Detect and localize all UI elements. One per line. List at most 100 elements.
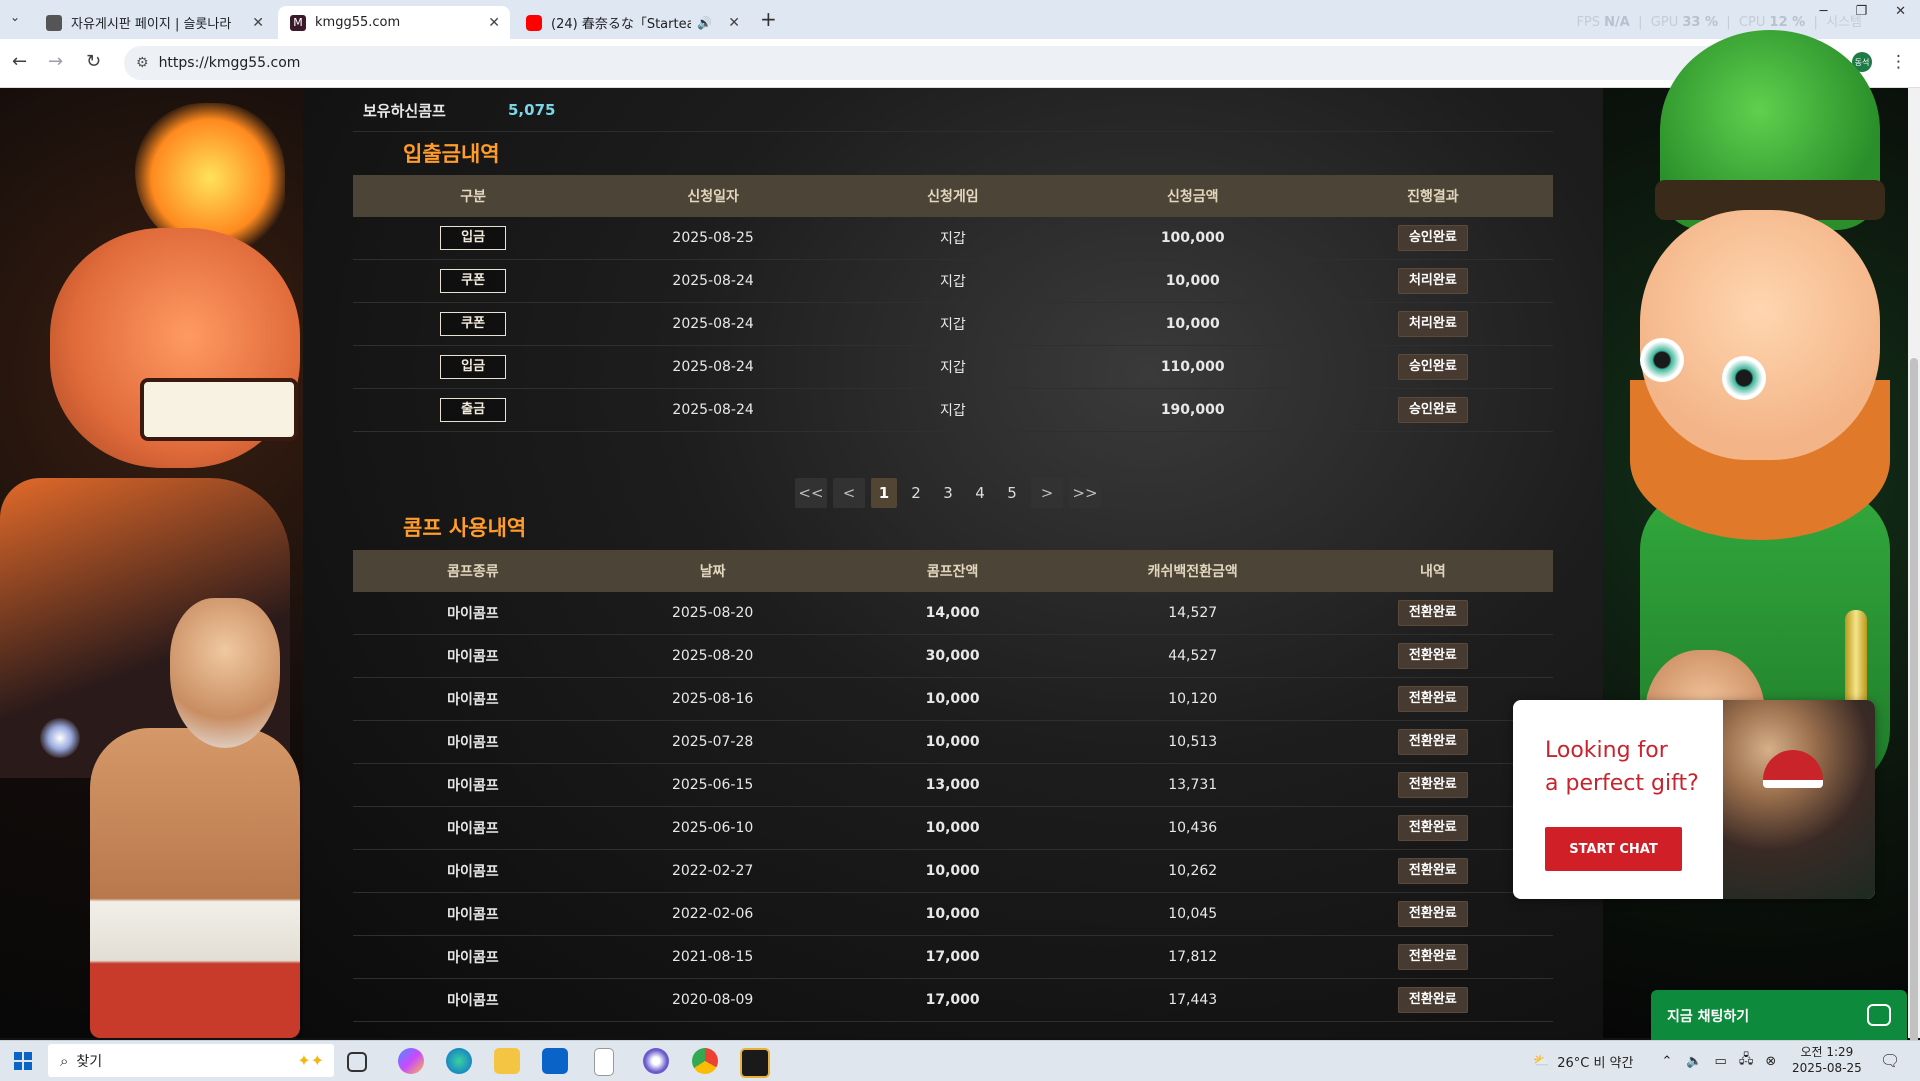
cashback-cell: 10,045 [1072, 892, 1313, 936]
close-icon[interactable]: ✕ [728, 15, 740, 31]
weather-icon: ⛅ [1533, 1053, 1550, 1069]
type-badge: 쿠폰 [440, 269, 507, 293]
date-cell: 2025-08-24 [593, 388, 834, 432]
comp-history-table: 콤프종류 날짜 콤프잔액 캐쉬백전환금액 내역 마이콤프 2025-08-20 … [353, 550, 1553, 1022]
game-cell: 지갑 [833, 217, 1073, 260]
page-scrollbar[interactable] [1908, 88, 1920, 1048]
live-chat-bar[interactable]: 지금 채팅하기 [1651, 990, 1907, 1044]
file-explorer-icon[interactable] [494, 1048, 520, 1074]
back-arrow-icon[interactable]: ← [12, 51, 27, 72]
page-number[interactable]: 1 [871, 478, 897, 508]
chevron-down-icon[interactable]: ⌄ [10, 10, 20, 24]
page-number[interactable]: 4 [967, 478, 993, 508]
status-cell: 전환완료 [1312, 892, 1553, 936]
status-badge: 전환완료 [1397, 944, 1468, 970]
taskbar-clock[interactable]: 오전 1:29 2025-08-25 [1792, 1044, 1862, 1076]
type-badge: 출금 [440, 398, 507, 422]
table-row: 마이콤프 2025-07-28 10,000 10,513 전환완료 [353, 720, 1553, 764]
first-page-button[interactable]: << [795, 478, 827, 508]
discord-icon[interactable] [643, 1048, 669, 1074]
search-icon: ⌕ [60, 1051, 69, 1070]
status-badge: 승인완료 [1397, 354, 1468, 380]
next-page-button[interactable]: > [1031, 478, 1063, 508]
date-cell: 2025-08-24 [593, 259, 834, 303]
edge-icon[interactable] [446, 1048, 472, 1074]
menu-dots-icon[interactable]: ⋮ [1890, 52, 1907, 72]
type-badge: 입금 [440, 226, 507, 250]
scrollbar-thumb[interactable] [1910, 358, 1918, 1048]
status-cell: 승인완료 [1312, 217, 1553, 260]
speaker-icon[interactable]: 🔊 [697, 16, 712, 30]
volume-icon[interactable]: 🔈 [1686, 1054, 1702, 1069]
status-cell: 전환완료 [1312, 935, 1553, 979]
table-row: 마이콤프 2025-08-16 10,000 10,120 전환완료 [353, 677, 1553, 721]
page-number[interactable]: 3 [935, 478, 961, 508]
comp-history-title: 콤프 사용내역 [403, 516, 527, 540]
taskbar-search-input[interactable]: ⌕ 찾기 ✦✦ [48, 1044, 334, 1077]
table-row: 쿠폰 2025-08-24 지갑 10,000 처리완료 [353, 302, 1553, 346]
last-page-button[interactable]: >> [1069, 478, 1101, 508]
windows-start-icon[interactable] [14, 1052, 32, 1070]
notepad-icon[interactable] [594, 1048, 614, 1076]
tab-kmgg55[interactable]: M kmgg55.com ✕ [278, 6, 510, 39]
chat-bubble-icon [1867, 1004, 1891, 1026]
date-cell: 2022-02-27 [592, 849, 833, 893]
task-view-icon[interactable] [347, 1052, 367, 1072]
prev-page-button[interactable]: < [833, 478, 865, 508]
column-header: 내역 [1312, 550, 1553, 592]
status-icon[interactable]: ⊗ [1765, 1054, 1776, 1069]
close-window-icon[interactable]: ✕ [1895, 4, 1906, 19]
reload-icon[interactable]: ↻ [86, 51, 101, 72]
address-bar[interactable]: ⚙ https://kmgg55.com [124, 46, 1724, 80]
status-badge: 승인완료 [1397, 397, 1468, 423]
network-icon[interactable]: 🖧 [1739, 1050, 1754, 1072]
tab-youtube[interactable]: (24) 春奈るな「Startear」Mu 🔊 ✕ [514, 6, 750, 39]
table-row: 마이콤프 2025-08-20 14,000 14,527 전환완료 [353, 592, 1553, 635]
zeus-head-illustration [170, 598, 280, 748]
weather-text[interactable]: 26°C 비 약간 [1557, 1052, 1633, 1071]
status-badge: 전환완료 [1397, 772, 1468, 798]
tab-slotnara[interactable]: 자유게시판 페이지 | 슬롯나라 ✕ [34, 6, 274, 39]
comp-kind-cell: 마이콤프 [353, 763, 593, 807]
copilot-icon[interactable] [398, 1048, 424, 1074]
amount-cell: 190,000 [1072, 388, 1313, 432]
page-number[interactable]: 2 [903, 478, 929, 508]
restore-icon[interactable]: ❐ [1855, 4, 1867, 19]
forward-arrow-icon[interactable]: → [48, 51, 63, 72]
table-row: 마이콤프 2020-08-09 17,000 17,443 전환완료 [353, 978, 1553, 1022]
new-tab-button[interactable]: + [760, 7, 777, 31]
cashback-cell: 14,527 [1072, 592, 1313, 635]
tab-title: 자유게시판 페이지 | 슬롯나라 [71, 17, 232, 32]
status-cell: 승인완료 [1312, 345, 1553, 389]
column-header: 신청게임 [833, 175, 1073, 217]
comp-kind-cell: 마이콤프 [353, 849, 593, 893]
game-launcher-icon[interactable] [740, 1048, 770, 1078]
notification-icon[interactable]: 🗨 [1880, 1051, 1900, 1070]
status-badge: 처리완료 [1397, 268, 1468, 294]
site-favicon-icon: M [290, 14, 306, 31]
amount-cell: 110,000 [1072, 345, 1313, 389]
close-icon[interactable]: ✕ [488, 15, 500, 31]
date-cell: 2025-06-15 [592, 763, 833, 807]
close-icon[interactable]: ✕ [252, 15, 264, 31]
column-header: 진행결과 [1312, 175, 1553, 217]
tray-chevron-icon[interactable]: ⌃ [1661, 1054, 1672, 1069]
deposit-history-table: 구분 신청일자 신청게임 신청금액 진행결과 입금 2025-08-25 지갑 … [353, 175, 1553, 432]
page-number[interactable]: 5 [999, 478, 1025, 508]
status-cell: 전환완료 [1312, 634, 1553, 678]
start-chat-button[interactable]: START CHAT [1545, 827, 1682, 871]
balance-cell: 13,000 [832, 763, 1073, 807]
chrome-icon[interactable] [692, 1048, 718, 1074]
type-cell: 쿠폰 [353, 302, 594, 346]
site-info-icon[interactable]: ⚙ [136, 55, 149, 71]
outlook-icon[interactable] [542, 1048, 568, 1074]
cashback-cell: 44,527 [1072, 634, 1313, 678]
cashback-cell: 17,443 [1072, 978, 1313, 1022]
url-text[interactable]: https://kmgg55.com [159, 55, 301, 71]
status-badge: 전환완료 [1397, 729, 1468, 755]
comp-kind-cell: 마이콤프 [353, 935, 593, 979]
game-cell: 지갑 [833, 259, 1073, 303]
battery-icon[interactable]: ▭ [1715, 1054, 1727, 1069]
comp-kind-cell: 마이콤프 [353, 892, 593, 936]
minimize-icon[interactable]: ─ [1820, 4, 1828, 19]
